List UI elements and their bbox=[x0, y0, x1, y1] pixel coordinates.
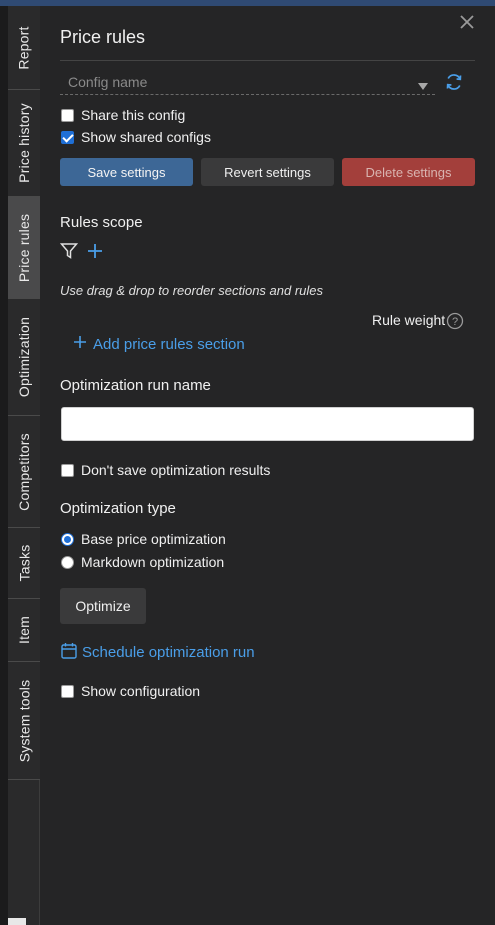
drag-drop-hint: Use drag & drop to reorder sections and … bbox=[60, 283, 324, 298]
dont-save-results-checkbox[interactable]: Don't save optimization results bbox=[61, 462, 270, 478]
rail-bottom-marker bbox=[8, 918, 26, 925]
close-icon[interactable] bbox=[457, 12, 477, 32]
add-price-rules-section-link[interactable]: Add price rules section bbox=[73, 335, 245, 353]
schedule-optimization-run-link[interactable]: Schedule optimization run bbox=[61, 642, 255, 663]
dont-save-results-box[interactable] bbox=[61, 463, 74, 477]
tab-item[interactable]: Item bbox=[8, 599, 40, 662]
config-name-placeholder: Config name bbox=[68, 74, 148, 90]
tab-optimization[interactable]: Optimization bbox=[8, 299, 40, 416]
rules-scope-label: Rules scope bbox=[60, 214, 143, 231]
dont-save-results-label: Don't save optimization results bbox=[81, 462, 271, 478]
refresh-icon[interactable] bbox=[444, 72, 464, 92]
optimization-run-name-input[interactable] bbox=[61, 407, 474, 441]
tab-price-rules[interactable]: Price rules bbox=[8, 197, 40, 299]
show-configuration-box[interactable] bbox=[61, 684, 74, 698]
tab-tasks-label: Tasks bbox=[16, 544, 33, 582]
tab-report-label: Report bbox=[16, 25, 33, 70]
tab-price-history[interactable]: Price history bbox=[8, 90, 40, 197]
plus-icon[interactable] bbox=[87, 242, 103, 260]
tab-competitors[interactable]: Competitors bbox=[8, 416, 40, 528]
show-shared-configs-label: Show shared configs bbox=[81, 129, 211, 145]
base-price-optimization-radio[interactable]: Base price optimization bbox=[61, 531, 226, 547]
show-shared-configs-box[interactable] bbox=[61, 130, 74, 144]
tab-system-tools[interactable]: System tools bbox=[8, 662, 40, 780]
base-price-optimization-dot[interactable] bbox=[61, 532, 74, 546]
calendar-icon bbox=[61, 642, 77, 663]
price-rules-panel: Price rules Config name Share this confi… bbox=[41, 6, 495, 925]
share-config-label: Share this config bbox=[81, 107, 186, 123]
tab-competitors-label: Competitors bbox=[16, 432, 33, 511]
save-settings-button[interactable]: Save settings bbox=[60, 158, 193, 186]
filter-icon[interactable] bbox=[59, 242, 79, 260]
add-price-rules-section-label: Add price rules section bbox=[93, 335, 245, 353]
rail-edge bbox=[0, 6, 8, 925]
show-shared-configs-checkbox[interactable]: Show shared configs bbox=[61, 129, 211, 145]
show-configuration-checkbox[interactable]: Show configuration bbox=[61, 683, 200, 699]
delete-settings-button[interactable]: Delete settings bbox=[342, 158, 475, 186]
config-name-select[interactable]: Config name bbox=[60, 69, 435, 95]
tab-price-history-label: Price history bbox=[16, 103, 32, 183]
revert-settings-button[interactable]: Revert settings bbox=[201, 158, 334, 186]
optimize-button[interactable]: Optimize bbox=[60, 588, 146, 624]
tab-item-label: Item bbox=[16, 615, 32, 645]
plus-icon bbox=[73, 335, 87, 353]
tab-tasks[interactable]: Tasks bbox=[8, 528, 40, 599]
tab-price-rules-label: Price rules bbox=[16, 213, 32, 282]
tab-system-tools-label: System tools bbox=[16, 679, 33, 762]
share-config-checkbox[interactable]: Share this config bbox=[61, 107, 185, 123]
markdown-optimization-label: Markdown optimization bbox=[81, 554, 225, 570]
title-divider bbox=[60, 60, 475, 61]
help-icon[interactable]: ? bbox=[446, 312, 464, 330]
show-configuration-label: Show configuration bbox=[81, 683, 201, 699]
optimization-run-name-label: Optimization run name bbox=[60, 377, 211, 394]
share-config-box[interactable] bbox=[61, 108, 74, 122]
markdown-optimization-dot[interactable] bbox=[61, 555, 74, 569]
tab-report[interactable]: Report bbox=[8, 6, 40, 90]
tab-optimization-label: Optimization bbox=[16, 316, 32, 398]
caret-down-icon bbox=[417, 78, 429, 96]
rule-weight-label: Rule weight bbox=[372, 312, 446, 328]
schedule-optimization-run-label: Schedule optimization run bbox=[82, 644, 255, 661]
svg-text:?: ? bbox=[452, 316, 458, 328]
optimization-type-label: Optimization type bbox=[60, 500, 176, 517]
markdown-optimization-radio[interactable]: Markdown optimization bbox=[61, 554, 224, 570]
base-price-optimization-label: Base price optimization bbox=[81, 531, 226, 547]
panel-title: Price rules bbox=[60, 27, 146, 47]
